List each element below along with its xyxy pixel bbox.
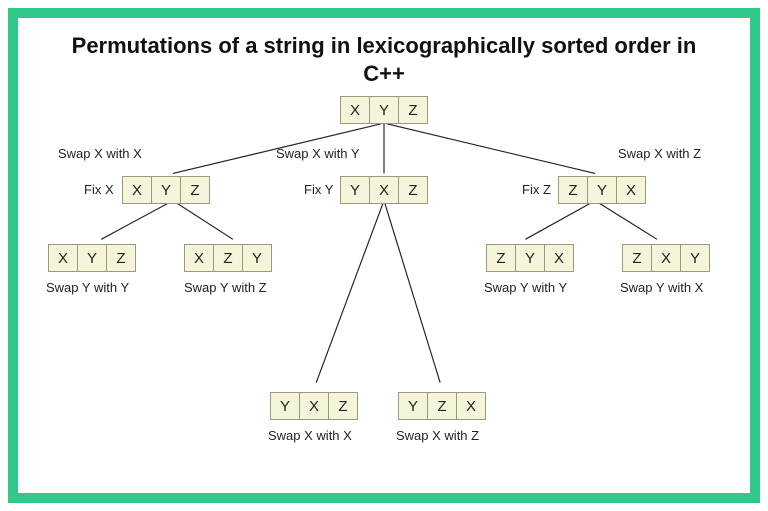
swap-label-mid: Swap X with Y — [276, 146, 360, 161]
diagram-canvas: X Y Z Swap X with X Swap X with Y Swap X… — [18, 96, 750, 493]
fix-label-left: Fix X — [84, 182, 114, 197]
leaf-ll-cell-1: Y — [77, 244, 107, 272]
fix-label-right: Fix Z — [522, 182, 551, 197]
swap-label-ll: Swap Y with Y — [46, 280, 129, 295]
fix-label-mid: Fix Y — [304, 182, 333, 197]
leaf-rr-node: Z X Y — [622, 244, 710, 272]
leaf-rl-node: Z Y X — [486, 244, 574, 272]
l1-right-node: Z Y X — [558, 176, 646, 204]
leaf-ll-cell-2: Z — [106, 244, 136, 272]
leaf-ll-node: X Y Z — [48, 244, 136, 272]
leaf-rr-cell-0: Z — [622, 244, 652, 272]
swap-label-mr: Swap X with Z — [396, 428, 479, 443]
root-cell-1: Y — [369, 96, 399, 124]
l1-mid-cell-1: X — [369, 176, 399, 204]
l1-left-cell-0: X — [122, 176, 152, 204]
leaf-rr-cell-1: X — [651, 244, 681, 272]
leaf-lr-cell-1: Z — [213, 244, 243, 272]
leaf-lr-cell-2: Y — [242, 244, 272, 272]
swap-label-right: Swap X with Z — [618, 146, 701, 161]
swap-label-lr: Swap Y with Z — [184, 280, 267, 295]
leaf-mr-cell-1: Z — [427, 392, 457, 420]
l1-right-cell-0: Z — [558, 176, 588, 204]
root-cell-0: X — [340, 96, 370, 124]
leaf-mr-cell-2: X — [456, 392, 486, 420]
leaf-ml-cell-1: X — [299, 392, 329, 420]
swap-label-rr: Swap Y with X — [620, 280, 703, 295]
l1-left-cell-1: Y — [151, 176, 181, 204]
leaf-lr-node: X Z Y — [184, 244, 272, 272]
l1-right-cell-1: Y — [587, 176, 617, 204]
l1-left-cell-2: Z — [180, 176, 210, 204]
leaf-ll-cell-0: X — [48, 244, 78, 272]
leaf-rr-cell-2: Y — [680, 244, 710, 272]
swap-label-ml: Swap X with X — [268, 428, 352, 443]
leaf-rl-cell-2: X — [544, 244, 574, 272]
page-title: Permutations of a string in lexicographi… — [18, 18, 750, 87]
leaf-rl-cell-1: Y — [515, 244, 545, 272]
l1-mid-cell-2: Z — [398, 176, 428, 204]
root-node: X Y Z — [340, 96, 428, 124]
leaf-ml-cell-2: Z — [328, 392, 358, 420]
l1-left-node: X Y Z — [122, 176, 210, 204]
l1-mid-cell-0: Y — [340, 176, 370, 204]
l1-mid-node: Y X Z — [340, 176, 428, 204]
leaf-lr-cell-0: X — [184, 244, 214, 272]
swap-label-rl: Swap Y with Y — [484, 280, 567, 295]
root-cell-2: Z — [398, 96, 428, 124]
leaf-mr-node: Y Z X — [398, 392, 486, 420]
leaf-ml-node: Y X Z — [270, 392, 358, 420]
l1-right-cell-2: X — [616, 176, 646, 204]
swap-label-left: Swap X with X — [58, 146, 142, 161]
leaf-rl-cell-0: Z — [486, 244, 516, 272]
leaf-ml-cell-0: Y — [270, 392, 300, 420]
leaf-mr-cell-0: Y — [398, 392, 428, 420]
